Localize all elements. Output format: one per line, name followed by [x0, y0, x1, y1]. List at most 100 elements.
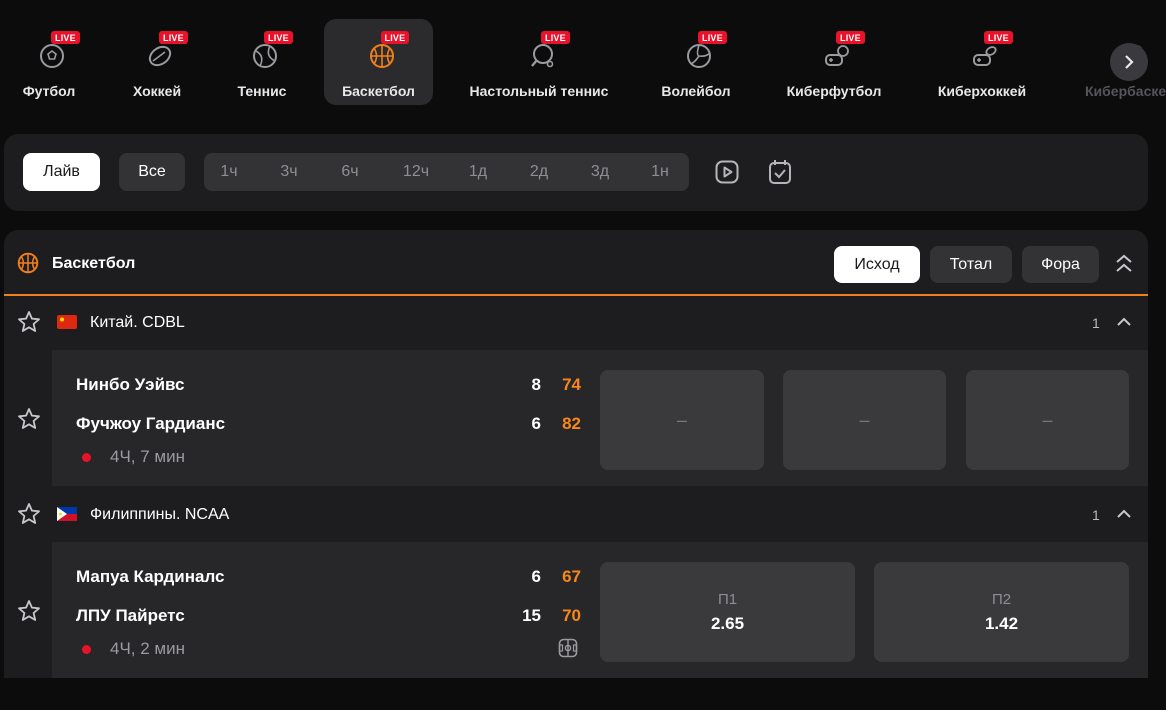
- away-period-score: 15: [522, 606, 541, 625]
- play-video-icon: [715, 160, 739, 184]
- home-total-score: 74: [562, 375, 581, 394]
- sport-cyber-hockey[interactable]: LIVE Киберхоккей: [929, 19, 1035, 105]
- star-icon[interactable]: [17, 310, 41, 334]
- gamepad-ball-icon: [825, 45, 849, 66]
- china-flag-icon: [57, 315, 77, 329]
- period-2d-button[interactable]: 2д: [514, 153, 564, 191]
- period-1w-button[interactable]: 1н: [635, 153, 685, 191]
- section-header: Баскетбол Исход Тотал Фора: [4, 230, 1148, 296]
- home-period-score: 8: [531, 375, 541, 394]
- match-row[interactable]: Мапуа Кардиналс ЛПУ Пайретс 6 67 15 70 4…: [4, 542, 1148, 678]
- sport-label: Волейбол: [661, 83, 731, 99]
- team-home: Мапуа Кардиналс: [76, 567, 225, 586]
- tennis-ball-icon: [253, 44, 277, 68]
- chevron-up-icon[interactable]: [1116, 316, 1132, 327]
- volleyball-icon: [687, 44, 711, 68]
- live-badge: LIVE: [698, 31, 727, 44]
- match-row[interactable]: Нинбо Уэйвс Фучжоу Гардианс 8 74 6 82 4Ч…: [4, 350, 1148, 486]
- away-period-score: 6: [531, 414, 541, 433]
- market-total-button[interactable]: Тотал: [930, 246, 1012, 283]
- away-total-score: 82: [562, 414, 581, 433]
- basketball-icon: [369, 44, 394, 68]
- section-title: Баскетбол: [52, 255, 136, 272]
- league-match-count: 1: [1092, 507, 1100, 523]
- team-away: ЛПУ Пайретс: [76, 606, 185, 625]
- live-badge: LIVE: [264, 31, 293, 44]
- league-row[interactable]: Китай. CDBL 1: [4, 298, 1148, 346]
- sport-cyber-football[interactable]: LIVE Киберфутбол: [781, 19, 887, 105]
- scoreboard-icon[interactable]: [558, 638, 578, 658]
- live-badge: LIVE: [159, 31, 188, 44]
- market-outcome-button[interactable]: Исход: [834, 246, 920, 283]
- period-3d-button[interactable]: 3д: [575, 153, 625, 191]
- star-icon[interactable]: [17, 599, 41, 623]
- period-12h-button[interactable]: 12ч: [391, 153, 441, 191]
- calendar-filter-button[interactable]: [768, 159, 792, 184]
- league-name: Китай. CDBL: [90, 314, 185, 331]
- sport-football[interactable]: LIVE Футбол: [4, 19, 94, 105]
- odd-p1-button[interactable]: П1 2.65: [600, 562, 855, 662]
- table-tennis-icon: [531, 44, 554, 68]
- sport-tennis[interactable]: LIVE Теннис: [217, 19, 307, 105]
- live-badge: LIVE: [541, 31, 570, 44]
- time-period-group: 1ч 3ч 6ч 12ч 1д 2д 3д 1н: [204, 153, 689, 191]
- odd-cell-3[interactable]: –: [966, 370, 1129, 470]
- odd-value: 2.65: [710, 613, 745, 633]
- match-status: 4Ч, 7 мин: [110, 447, 185, 466]
- basketball-section: Баскетбол Исход Тотал Фора Китай. CDBL 1…: [4, 230, 1148, 678]
- sports-bar: LIVE Футбол LIVE Хоккей LIVE Теннис LIVE…: [0, 0, 1166, 120]
- sport-basketball[interactable]: LIVE Баскетбол: [324, 19, 433, 105]
- sports-scroll-next-button[interactable]: [1110, 43, 1148, 81]
- away-total-score: 70: [562, 606, 581, 625]
- star-icon[interactable]: [17, 502, 41, 526]
- sport-label: Настольный теннис: [469, 83, 609, 99]
- chevron-right-icon: [1125, 55, 1134, 69]
- live-filter-button[interactable]: Лайв: [23, 153, 100, 191]
- odd-value: 1.42: [984, 613, 1019, 633]
- period-1d-button[interactable]: 1д: [453, 153, 503, 191]
- team-away: Фучжоу Гардианс: [76, 414, 226, 433]
- philippines-flag-icon: [57, 507, 77, 521]
- sport-volleyball[interactable]: LIVE Волейбол: [650, 19, 742, 105]
- market-handicap-button[interactable]: Фора: [1022, 246, 1099, 283]
- live-indicator: [82, 645, 91, 654]
- live-badge: LIVE: [380, 31, 410, 44]
- league-name: Филиппины. NCAA: [90, 506, 230, 523]
- period-6h-button[interactable]: 6ч: [325, 153, 375, 191]
- all-filter-button[interactable]: Все: [119, 153, 185, 191]
- sport-label: Киберфутбол: [786, 83, 882, 99]
- live-indicator: [82, 453, 91, 462]
- league-row[interactable]: Филиппины. NCAA 1: [4, 490, 1148, 538]
- live-badge: LIVE: [51, 31, 80, 44]
- chevron-up-icon[interactable]: [1116, 508, 1132, 519]
- home-total-score: 67: [562, 567, 581, 586]
- period-3h-button[interactable]: 3ч: [264, 153, 314, 191]
- gamepad-puck-icon: [973, 46, 997, 66]
- basketball-icon: [17, 252, 39, 274]
- sport-label: Футбол: [22, 83, 76, 99]
- sport-hockey[interactable]: LIVE Хоккей: [112, 19, 202, 105]
- star-icon[interactable]: [17, 407, 41, 431]
- odd-cell-2[interactable]: –: [783, 370, 946, 470]
- football-icon: [40, 44, 64, 68]
- odd-cell-1[interactable]: –: [600, 370, 764, 470]
- sport-label: Киберхоккей: [937, 83, 1027, 99]
- team-home: Нинбо Уэйвс: [76, 375, 185, 394]
- league-match-count: 1: [1092, 315, 1100, 331]
- sport-table-tennis[interactable]: LIVE Настольный теннис: [465, 19, 613, 105]
- live-badge: LIVE: [836, 31, 865, 44]
- video-filter-button[interactable]: [715, 160, 739, 184]
- sport-label: Теннис: [237, 83, 287, 99]
- calendar-check-icon: [769, 160, 791, 184]
- sport-label: Хоккей: [132, 83, 182, 99]
- odd-label: П1: [717, 590, 738, 608]
- filter-panel: Лайв Все 1ч 3ч 6ч 12ч 1д 2д 3д 1н: [4, 134, 1148, 211]
- live-badge: LIVE: [984, 31, 1013, 44]
- home-period-score: 6: [531, 567, 541, 586]
- odd-label: П2: [991, 590, 1012, 608]
- hockey-puck-icon: [148, 45, 172, 67]
- sport-label: Баскетбол: [342, 83, 415, 99]
- period-1h-button[interactable]: 1ч: [204, 153, 254, 191]
- collapse-all-icon[interactable]: [1115, 253, 1133, 275]
- odd-p2-button[interactable]: П2 1.42: [874, 562, 1129, 662]
